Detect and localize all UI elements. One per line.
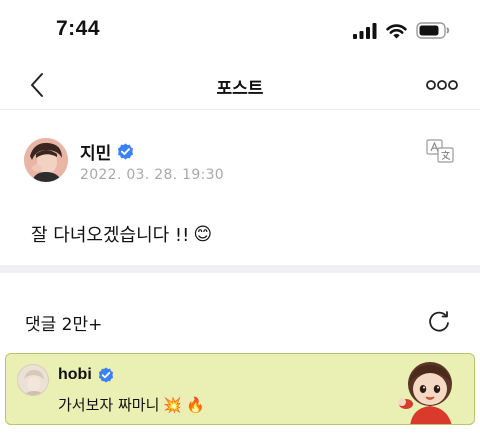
post-text: 잘 다녀오겠습니다 !!	[31, 225, 190, 246]
translate-icon[interactable]	[426, 139, 454, 163]
comment-body: 가서보자 짜마니	[58, 396, 160, 414]
avatar-image	[24, 138, 68, 182]
post: 지민 2022. 03. 28. 19:30 잘 다녀오겠습니다 !! 😊	[0, 111, 480, 265]
status-time: 7:44	[56, 17, 101, 40]
author-name[interactable]: 지민	[80, 139, 111, 164]
section-divider	[0, 265, 480, 273]
nav-bar: 포스트	[0, 60, 480, 110]
battery-icon	[416, 22, 450, 39]
character-sticker-icon	[398, 362, 452, 424]
more-dots-icon[interactable]	[426, 75, 458, 95]
fire-emoji-icon: 🔥	[186, 395, 205, 414]
comments-header: 댓글 2만+	[0, 273, 480, 353]
signal-icon	[353, 22, 377, 39]
status-bar: 7:44	[0, 0, 480, 60]
post-body: 잘 다녀오겠습니다 !! 😊	[31, 221, 212, 247]
comment-count: 댓글 2만+	[25, 315, 103, 335]
comment-text: 가서보자 짜마니 💥 🔥	[58, 394, 205, 415]
page-title: 포스트	[216, 79, 264, 99]
comment-avatar-image	[18, 365, 48, 395]
refresh-icon[interactable]	[426, 309, 452, 335]
status-icons	[353, 22, 450, 39]
avatar[interactable]	[24, 138, 68, 182]
smile-emoji-icon: 😊	[193, 223, 213, 245]
wifi-icon	[386, 23, 407, 38]
comment-avatar[interactable]	[17, 364, 49, 396]
collision-emoji-icon: 💥	[163, 395, 183, 414]
verified-badge-icon	[98, 367, 113, 383]
post-date: 2022. 03. 28. 19:30	[80, 167, 225, 183]
verified-badge-icon	[118, 143, 134, 160]
author-row: 지민	[80, 139, 134, 164]
comment-author-row: hobi	[58, 366, 114, 384]
comment-item[interactable]: hobi 가서보자 짜마니 💥 🔥	[5, 353, 475, 425]
comment-author[interactable]: hobi	[58, 366, 92, 384]
